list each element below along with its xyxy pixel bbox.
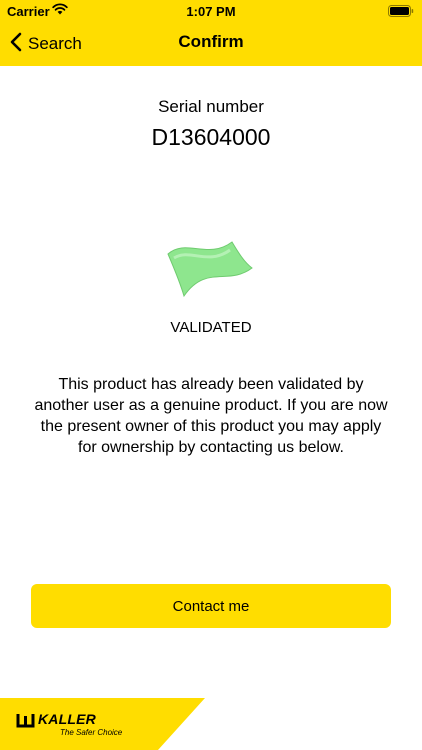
navigation-bar: Search Confirm <box>0 22 422 66</box>
contact-me-button[interactable]: Contact me <box>31 584 391 628</box>
green-flag-icon <box>166 238 254 305</box>
serial-number-value: D13604000 <box>151 124 271 150</box>
status-time: 1:07 PM <box>186 4 236 19</box>
brand-name: KALLER <box>38 711 96 727</box>
status-bar: Carrier 1:07 PM <box>0 0 422 22</box>
validation-status: VALIDATED <box>170 319 252 336</box>
battery-icon <box>388 5 414 20</box>
serial-number-label: Serial number <box>158 97 264 116</box>
top-bar: Carrier 1:07 PM Search Confirm <box>0 0 422 66</box>
kaller-logo-icon <box>16 714 35 728</box>
validation-message: This product has already been validated … <box>34 376 388 456</box>
page-title: Confirm <box>178 32 244 51</box>
brand-logo: KALLER The Safer Choice <box>0 698 205 750</box>
brand-tagline: The Safer Choice <box>60 728 123 737</box>
